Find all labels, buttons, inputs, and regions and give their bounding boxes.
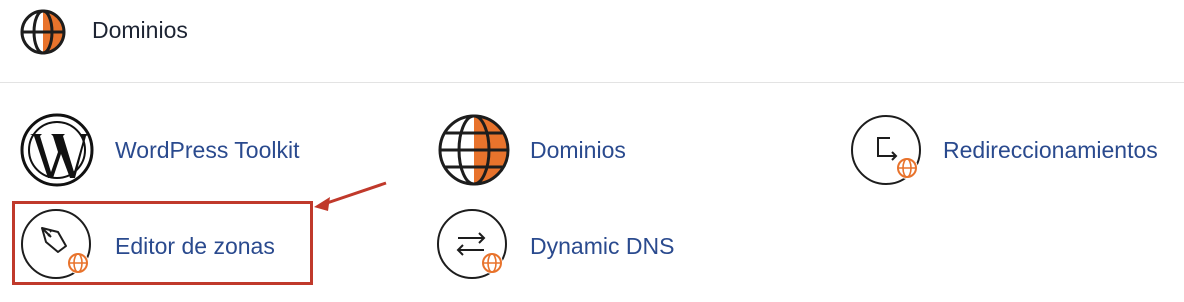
tool-label: WordPress Toolkit <box>115 137 300 163</box>
dynamic-dns-icon <box>436 206 512 282</box>
redirect-icon <box>850 112 926 188</box>
tool-wordpress-toolkit[interactable]: WordPress Toolkit <box>20 112 320 188</box>
annotation-arrow <box>310 175 400 215</box>
globe-icon <box>19 8 67 56</box>
tool-dynamic-dns[interactable]: Dynamic DNS <box>436 206 696 282</box>
globe-icon <box>436 112 512 188</box>
tool-label: Editor de zonas <box>115 233 275 259</box>
zone-editor-icon <box>20 206 96 282</box>
tool-label: Dynamic DNS <box>530 233 675 259</box>
tool-label: Dominios <box>530 137 626 163</box>
tool-editor-de-zonas[interactable]: Editor de zonas <box>20 206 310 282</box>
section-header: Dominios <box>0 0 1184 83</box>
tool-dominios[interactable]: Dominios <box>436 112 656 188</box>
section-title: Dominios <box>92 17 188 43</box>
tool-redireccionamientos[interactable]: Redireccionamientos <box>850 112 1172 188</box>
tool-label: Redireccionamientos <box>943 137 1158 163</box>
wordpress-icon <box>20 112 96 188</box>
